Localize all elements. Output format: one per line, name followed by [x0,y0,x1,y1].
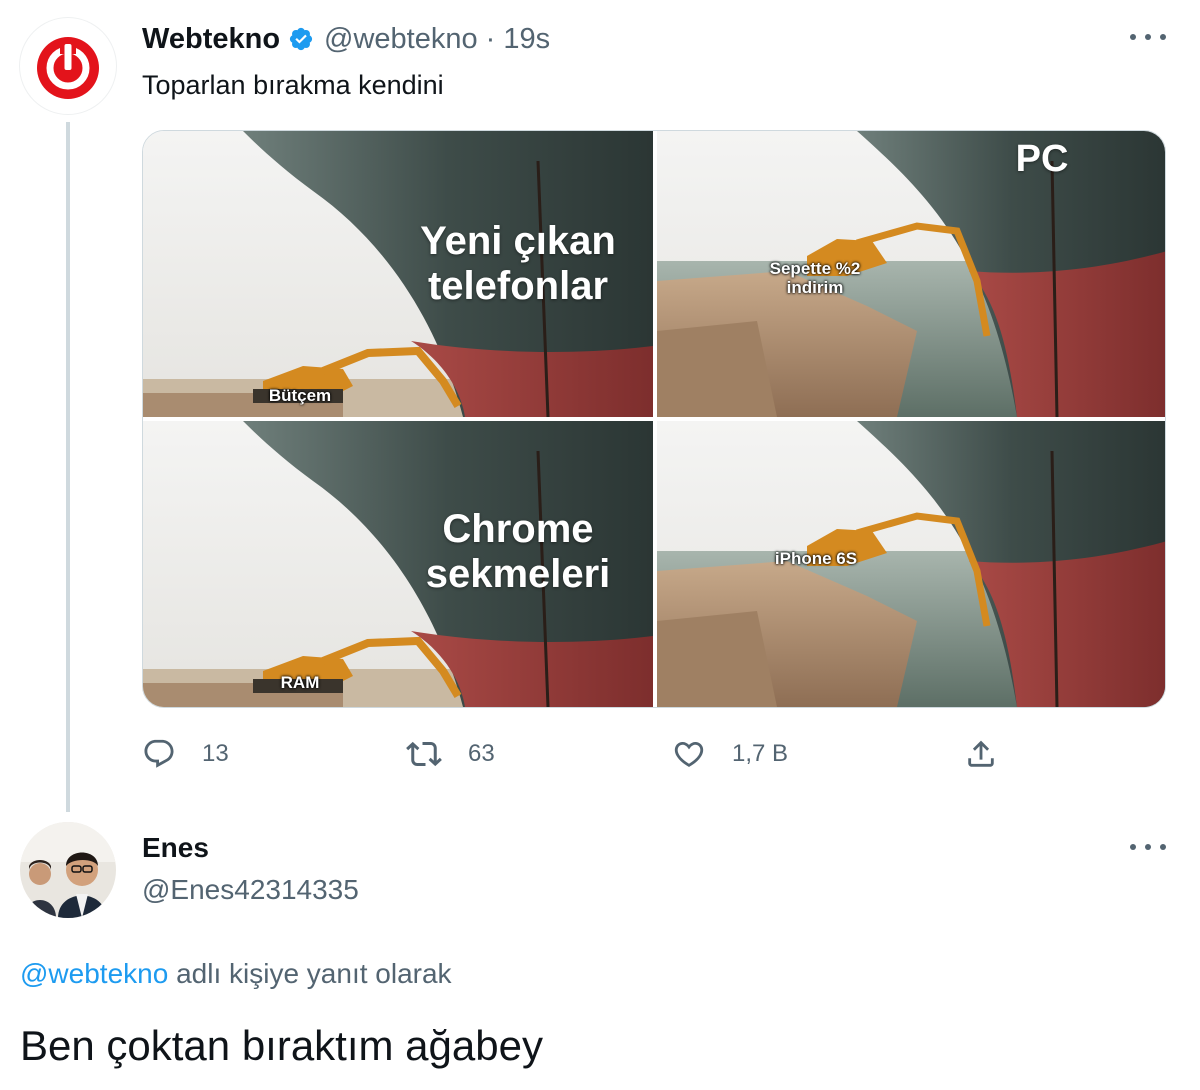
verified-badge-icon [288,26,314,52]
like-icon [674,741,704,767]
tweet-action-bar: 13 63 1,7 B [142,732,1166,776]
tweet-text: Toparlan bırakma kendini [142,70,444,100]
media-image-2[interactable]: PC Sepette %2 indirim [657,131,1165,417]
retweet-button[interactable]: 63 [406,732,495,776]
thread-connector-line [66,122,70,812]
tile1-caption: Yeni çıkan telefonlar [398,219,638,309]
tile3-caption-line1: Chrome [442,507,594,551]
tile2-excavator-label-line2: indirim [786,278,844,297]
author-handle[interactable]: @webtekno [324,23,478,56]
webtekno-logo [24,22,112,110]
tweet-time[interactable]: 19s [503,23,550,56]
tile4-excavator-label: iPhone 6S [774,549,858,568]
tweet-header: Webtekno @webtekno · 19s [142,22,550,56]
media-image-1[interactable]: Yeni çıkan telefonlar Bütçem [143,131,653,417]
like-count: 1,7 B [732,740,789,767]
replying-to-line: @webtekno adlı kişiye yanıt olarak [20,958,452,990]
enes-avatar[interactable] [20,822,116,918]
reply-button[interactable]: 13 [142,732,229,776]
tile1-caption-line1: Yeni çıkan [420,219,616,263]
reply-text: Ben çoktan bıraktım ağabey [20,1022,543,1069]
reply-author-name[interactable]: Enes [142,832,209,864]
reply-author-handle[interactable]: @Enes42314335 [142,874,359,906]
tile3-excavator-label: RAM [280,673,320,692]
share-icon [968,740,994,767]
tile2-corner-caption: PC [1015,138,1069,180]
tile3-caption: Chrome sekmeleri [398,507,638,597]
media-image-4[interactable]: iPhone 6S [657,421,1165,707]
author-name[interactable]: Webtekno [142,23,280,56]
tile2-excavator-label-line1: Sepette %2 [769,259,861,278]
retweet-count: 63 [468,740,495,767]
replying-to-mention[interactable]: @webtekno [20,958,168,989]
tile2-excavator-label: Sepette %2 indirim [755,259,875,297]
retweet-icon [406,741,442,767]
reply-count: 13 [202,740,229,767]
more-icon[interactable] [1130,27,1166,47]
reply-more-icon[interactable] [1130,837,1166,857]
replying-to-suffix: adlı kişiye yanıt olarak [168,958,452,989]
share-button[interactable] [964,732,998,776]
tweet-media-grid[interactable]: Yeni çıkan telefonlar Bütçem PC Sepette … [142,130,1166,708]
tile1-excavator-label: Bütçem [268,386,332,405]
tile3-caption-line2: sekmeleri [425,552,611,596]
like-button[interactable]: 1,7 B [672,732,788,776]
reply-icon [144,739,174,768]
separator-dot: · [485,22,496,55]
media-image-3[interactable]: Chrome sekmeleri RAM [143,421,653,707]
tile1-caption-line2: telefonlar [427,264,609,308]
webtekno-avatar[interactable] [20,18,116,114]
